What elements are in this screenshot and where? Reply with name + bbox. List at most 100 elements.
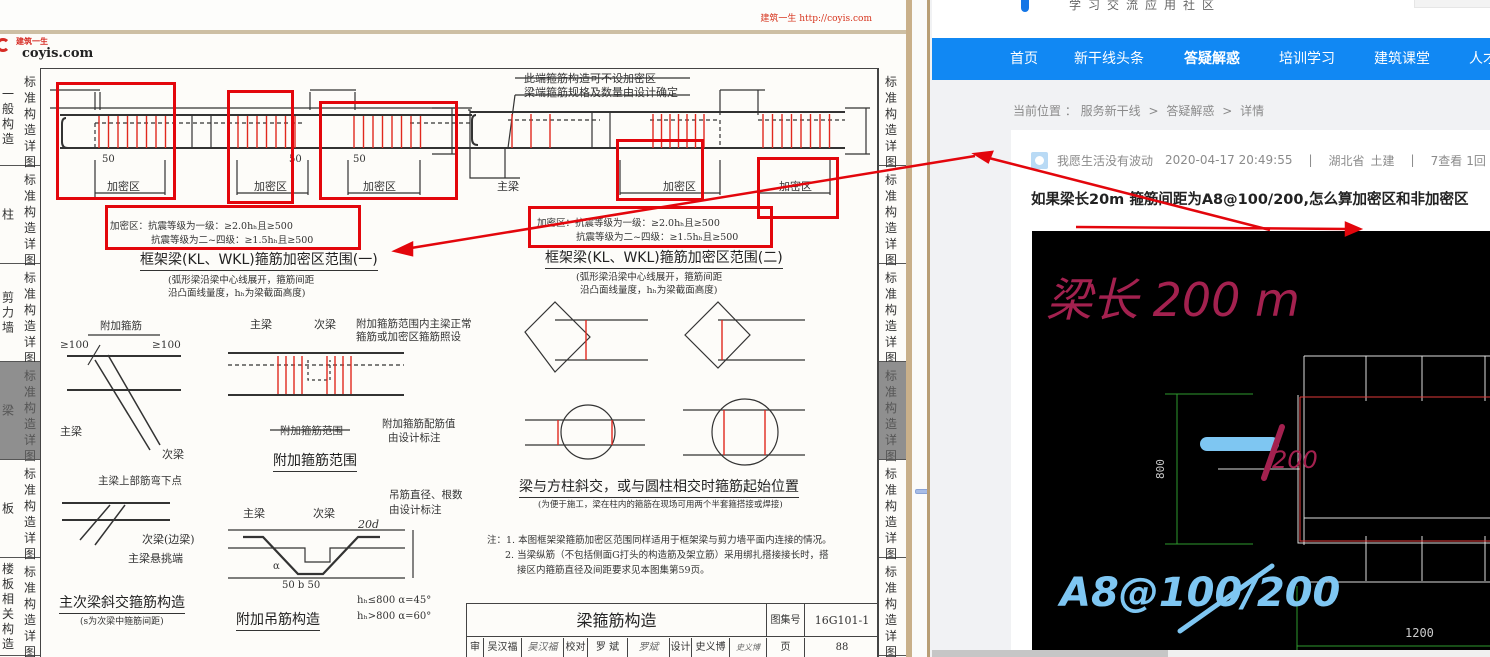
caption: (弧形梁沿梁中心线展开，箍筋间距 [576, 272, 723, 283]
note: 由设计标注 [388, 432, 441, 444]
chapter-tab[interactable]: 标准构造详图 [879, 460, 906, 561]
drawing-name: 梁箍筋构造 [467, 604, 767, 637]
site-header: 学习交流应用社区 [932, 0, 1490, 38]
check-label: 校对 [564, 638, 588, 657]
chapter-tab-sublabel: 标准构造详图 [884, 467, 897, 561]
post-meta: 我愿生活没有波动 2020-04-17 20:49:55 | 湖北省 土建 | … [1031, 151, 1490, 169]
range-label: 附加箍筋范围 [280, 425, 343, 437]
breadcrumb-item: 详情 [1240, 104, 1265, 118]
post-category: 土建 [1370, 153, 1395, 168]
question-image-drawing: 梁长 200 m 800 1200 200 A8@100/200 [1046, 273, 1490, 651]
nav-item[interactable]: 建筑课堂 [1374, 38, 1430, 80]
breadcrumb-item[interactable]: 服务新干线 [1081, 104, 1141, 118]
annotation-box [56, 82, 176, 200]
chapter-tab[interactable]: 标准构造详图 [879, 264, 906, 365]
site-tagline: 学习交流应用社区 [1069, 0, 1222, 12]
main-nav: 首页新干线头条答疑解惑培训学习建筑课堂人才 [932, 38, 1490, 80]
handwriting-beam-length: 梁长 200 m [1046, 273, 1300, 327]
chapter-tab[interactable]: 标准构造详图 [879, 68, 906, 169]
post-datetime: 2020-04-17 20:49:55 [1165, 153, 1293, 167]
checker: 罗 斌 [588, 638, 628, 657]
page-label: 页 [767, 638, 805, 657]
breadcrumb: 当前位置 ： 服务新干线 > 答疑解惑 > 详情 [1013, 102, 1264, 119]
figure-title-2: 框架梁(KL、WKL)箍筋加密区范围(二) [545, 247, 783, 269]
splitter-edge [927, 0, 930, 657]
caption: (弧形梁沿梁中心线展开，箍筋间距 [168, 275, 315, 286]
breadcrumb-separator: > [1222, 104, 1233, 118]
figure-title-7: 附加吊筋构造 [236, 609, 320, 631]
note-line: 2. 当梁纵筋（不包括侧面G打头的构造筋及架立筋）采用绑扎搭接接长时，搭 [505, 550, 829, 561]
chapter-tab-sublabel: 标准构造详图 [884, 369, 897, 463]
chapter-tab-sublabel: 标准构造详图 [884, 173, 897, 267]
chapter-tabs-right: 标准构造详图 标准构造详图 标准构造详图 标准构造详图 标准构造详图 标准构造详图 [878, 68, 906, 657]
note: 附加箍筋配筋值 [382, 418, 456, 430]
nav-item[interactable]: 人才 [1469, 38, 1490, 80]
ge100: ≥100 [60, 339, 89, 351]
pane-splitter[interactable] [912, 0, 930, 657]
note-line: 接区内箍筋直径及间距要求见本图集第59页。 [517, 565, 710, 576]
site-logo-icon[interactable] [1021, 0, 1029, 12]
annotation-box [319, 101, 458, 200]
caption: (s为次梁中箍筋间距) [80, 617, 164, 627]
bend-point-label: 主梁上部筋弯下点 [98, 475, 182, 487]
page-number: 88 [835, 642, 849, 653]
ge100: ≥100 [152, 339, 181, 351]
search-input[interactable] [1414, 0, 1490, 8]
designer-signature: 史义博 [730, 638, 767, 657]
main-beam-label: 主梁 [250, 318, 272, 331]
atlas-label: 图集号 [767, 604, 805, 637]
post-location: 湖北省 [1328, 153, 1365, 168]
sec-beam-label: 次梁 [162, 448, 184, 461]
dims: 50 b 50 [282, 580, 321, 591]
author-name[interactable]: 我愿生活没有波动 [1057, 152, 1153, 169]
horizontal-scrollbar[interactable] [932, 650, 1490, 657]
nav-item[interactable]: 答疑解惑 [1184, 38, 1240, 80]
caption: 沿凸面线量度，hₕ为梁截面高度) [580, 285, 718, 296]
caption: 沿凸面线量度，hₕ为梁截面高度) [168, 288, 306, 299]
dim-width: 1200 [1405, 626, 1434, 640]
designer: 史义博 [692, 638, 730, 657]
annotation-box [616, 139, 704, 201]
view-count: 7查看 [1430, 153, 1463, 168]
note: 吊筋直径、根数 [389, 489, 463, 501]
reviewer-signature: 吴汉福 [522, 638, 564, 657]
scrollbar-thumb[interactable] [932, 650, 1168, 657]
reply-count: 1回 [1466, 153, 1486, 168]
avatar[interactable] [1031, 151, 1048, 169]
question-image[interactable]: 梁长 200 m 800 1200 200 A8@100/200 [1032, 231, 1490, 657]
annotation-box [227, 90, 294, 204]
title-block: 梁箍筋构造 图集号 16G101-1 审核 吴汉福 吴汉福 校对 罗 斌 罗斌 … [466, 603, 878, 657]
nav-item[interactable]: 首页 [1010, 38, 1038, 80]
main-beam-label: 主梁 [243, 507, 265, 520]
divider: | [1410, 153, 1415, 167]
sec-beam-label: 次梁 [313, 507, 335, 520]
question-card: 我愿生活没有波动 2020-04-17 20:49:55 | 湖北省 土建 | … [1011, 130, 1490, 657]
chapter-tab-sublabel: 标准构造详图 [884, 271, 897, 365]
figure-title-4: 附加箍筋范围 [273, 450, 357, 472]
chapter-tab[interactable]: 标准构造详图 [879, 558, 906, 657]
design-label: 设计 [670, 638, 692, 657]
chapter-tab[interactable]: 标准构造详图 [879, 166, 906, 267]
drawing-viewer[interactable]: 建筑一生 http://coyis.com 建筑一生 coyis.com 一般构… [0, 0, 912, 657]
nav-item[interactable]: 新干线头条 [1074, 38, 1144, 80]
annotation-box [528, 206, 773, 248]
nav-item[interactable]: 培训学习 [1279, 38, 1335, 80]
chapter-tab-sublabel: 标准构造详图 [884, 75, 897, 169]
main-beam-label: 主梁 [60, 425, 82, 438]
divider: | [1308, 153, 1313, 167]
extra-stirrup-label: 附加箍筋 [100, 320, 142, 332]
handwriting-spec: A8@100/200 [1057, 570, 1340, 616]
question-title: 如果梁长20m 箍筋间距为A8@100/200,怎么算加密区和非加密区 [1031, 192, 1469, 208]
caption: (为便于施工，梁在柱内的箍筋在现场可用两个半套箍搭接或焊接) [538, 500, 783, 510]
review-label: 审核 [467, 638, 484, 657]
condition: hₕ>800 α=60° [357, 611, 432, 622]
atlas-number: 16G101-1 [814, 614, 870, 627]
note: 由设计标注 [389, 504, 442, 516]
figure-title-5: 梁与方柱斜交，或与圆柱相交时箍筋起始位置 [519, 476, 799, 498]
note: 梁端箍筋规格及数量由设计确定 [524, 86, 678, 99]
dim-height: 800 [1154, 459, 1167, 479]
chapter-tab[interactable]: 标准构造详图 [879, 362, 906, 463]
sec-beam-label: 次梁 [314, 318, 336, 331]
figure-title-6: 主次梁斜交箍筋构造 [59, 592, 185, 614]
breadcrumb-item[interactable]: 答疑解惑 [1166, 104, 1214, 118]
